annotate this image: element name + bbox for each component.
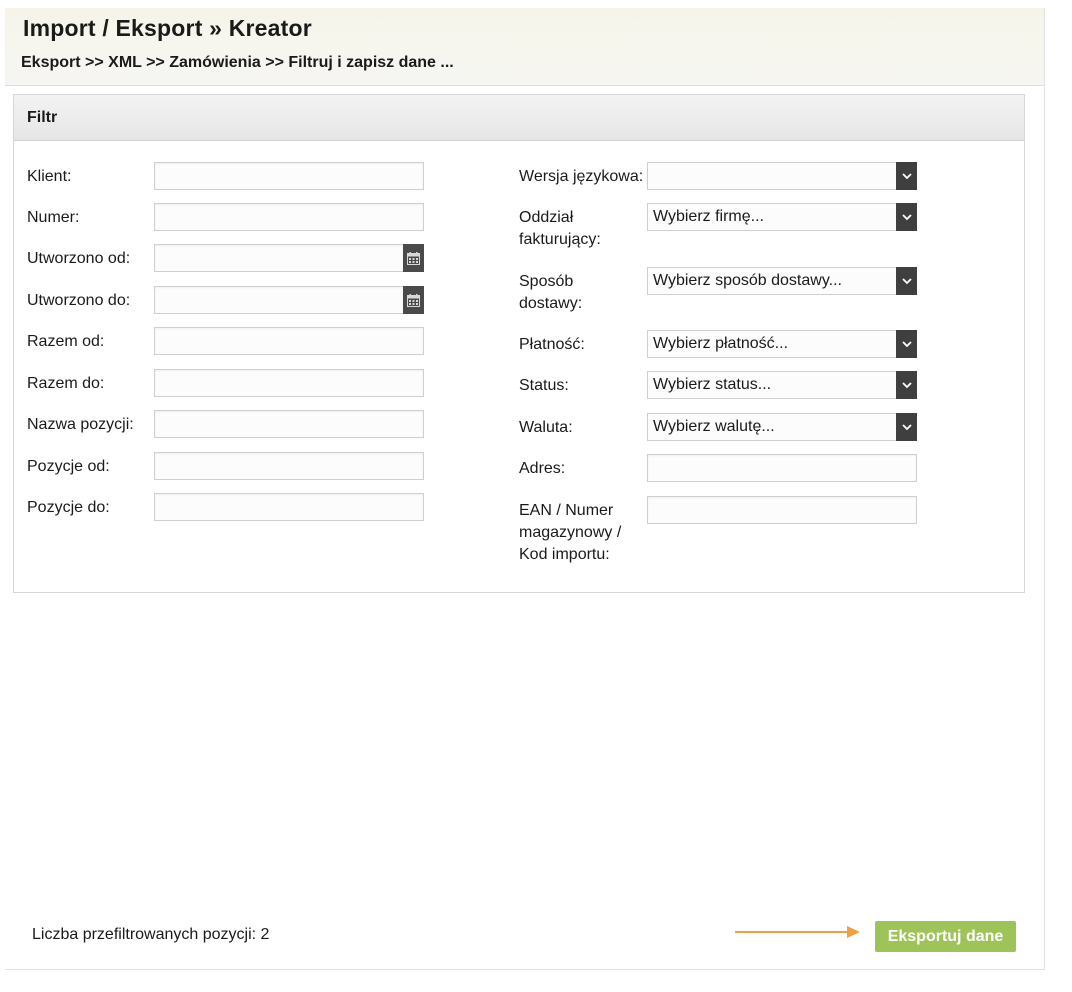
billing-branch-label-line1: Oddział [519, 209, 574, 226]
delivery-method-select[interactable]: Wybierz sposób dostawy... [647, 267, 917, 295]
delivery-method-value: Wybierz sposób dostawy... [653, 272, 842, 289]
chevron-down-icon [901, 340, 912, 347]
total-to-label: Razem do: [27, 375, 105, 392]
payment-dropdown-button[interactable] [896, 330, 917, 358]
ean-label: EAN / Numer magazynowy / Kod importu: [519, 500, 621, 566]
filtered-count-text: Liczba przefiltrowanych pozycji: 2 [32, 926, 270, 943]
created-to-label: Utworzono do: [27, 292, 131, 309]
items-from-label: Pozycje od: [27, 458, 110, 475]
delivery-method-label-line1: Sposób [519, 273, 574, 290]
client-label: Klient: [27, 168, 72, 185]
payment-select[interactable]: Wybierz płatność... [647, 330, 917, 358]
currency-select[interactable]: Wybierz walutę... [647, 413, 917, 441]
page-title: Import / Eksport » Kreator [23, 15, 312, 41]
delivery-method-label-line2: dostawy: [519, 295, 583, 312]
created-to-calendar-button[interactable] [403, 286, 424, 314]
created-to-input[interactable] [154, 286, 404, 314]
filter-panel-header: Filtr [14, 95, 1024, 141]
delivery-method-label: Sposób dostawy: [519, 271, 582, 315]
total-from-label: Razem od: [27, 333, 105, 350]
billing-branch-label-line2: fakturujący: [519, 231, 601, 248]
language-version-label: Wersja językowa: [519, 168, 644, 185]
status-label: Status: [519, 377, 569, 394]
total-to-input[interactable] [154, 369, 424, 397]
language-version-select[interactable] [647, 162, 917, 190]
items-to-input[interactable] [154, 493, 424, 521]
filter-panel: Filtr Klient: Numer: Utworzono od: Utwor… [13, 94, 1025, 593]
ean-input[interactable] [647, 496, 917, 524]
chevron-down-icon [901, 172, 912, 179]
created-from-label: Utworzono od: [27, 250, 131, 267]
address-input[interactable] [647, 454, 917, 482]
export-wizard-page: Import / Eksport » Kreator Eksport >> XM… [5, 8, 1045, 970]
number-input[interactable] [154, 203, 424, 231]
item-name-input[interactable] [154, 410, 424, 438]
number-label: Numer: [27, 209, 80, 226]
ean-label-line3: Kod importu: [519, 546, 610, 563]
billing-branch-label: Oddział fakturujący: [519, 207, 601, 251]
created-from-calendar-button[interactable] [403, 244, 424, 272]
items-to-label: Pozycje do: [27, 499, 110, 516]
chevron-down-icon [901, 423, 912, 430]
billing-branch-dropdown-button[interactable] [896, 203, 917, 231]
created-from-input[interactable] [154, 244, 404, 272]
export-button[interactable]: Eksportuj dane [875, 921, 1016, 952]
currency-dropdown-button[interactable] [896, 413, 917, 441]
arrow-right-icon [735, 925, 863, 944]
status-value: Wybierz status... [653, 376, 772, 393]
calendar-icon [407, 293, 420, 307]
chevron-down-icon [901, 277, 912, 284]
filter-panel-title: Filtr [27, 109, 58, 126]
status-select[interactable]: Wybierz status... [647, 371, 917, 399]
language-version-dropdown-button[interactable] [896, 162, 917, 190]
status-dropdown-button[interactable] [896, 371, 917, 399]
page-header: Import / Eksport » Kreator Eksport >> XM… [5, 8, 1044, 86]
total-from-input[interactable] [154, 327, 424, 355]
ean-label-line1: EAN / Numer [519, 502, 614, 519]
client-input[interactable] [154, 162, 424, 190]
breadcrumb: Eksport >> XML >> Zamówienia >> Filtruj … [21, 54, 454, 71]
chevron-down-icon [901, 213, 912, 220]
billing-branch-select[interactable]: Wybierz firmę... [647, 203, 917, 231]
calendar-icon [407, 251, 420, 265]
currency-label: Waluta: [519, 419, 573, 436]
address-label: Adres: [519, 460, 566, 477]
billing-branch-value: Wybierz firmę... [653, 208, 764, 225]
ean-label-line2: magazynowy / [519, 524, 622, 541]
currency-value: Wybierz walutę... [653, 418, 775, 435]
item-name-label: Nazwa pozycji: [27, 416, 134, 433]
payment-label: Płatność: [519, 336, 585, 353]
items-from-input[interactable] [154, 452, 424, 480]
delivery-method-dropdown-button[interactable] [896, 267, 917, 295]
chevron-down-icon [901, 381, 912, 388]
payment-value: Wybierz płatność... [653, 335, 789, 352]
